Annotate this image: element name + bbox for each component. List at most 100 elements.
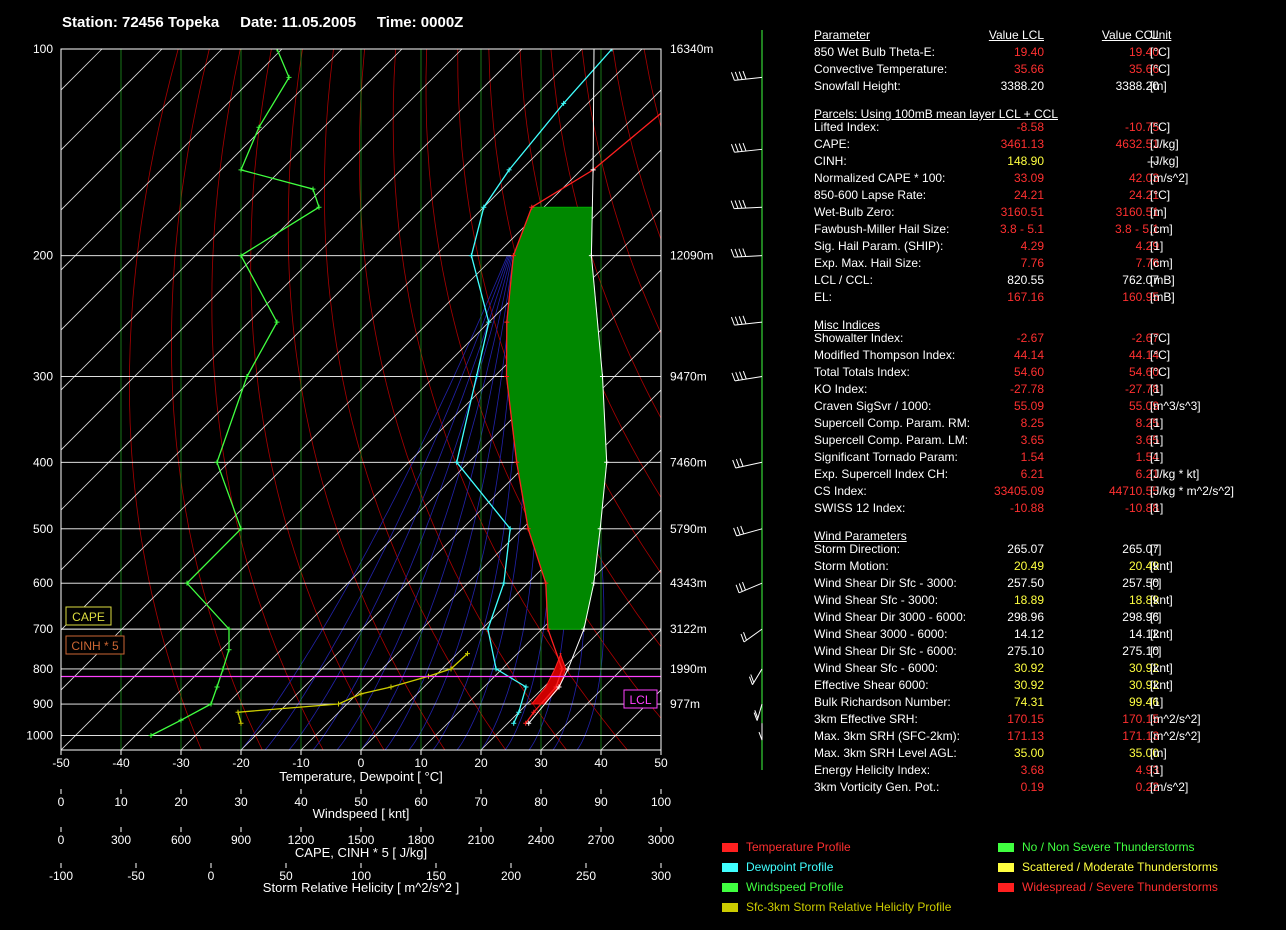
value-lcl: 171.13 [1007, 729, 1044, 743]
wind-barb-flag [742, 199, 747, 209]
legend-item-profile: Dewpoint Profile [722, 860, 833, 874]
legend-item-profile: Windspeed Profile [722, 880, 843, 894]
value-lcl: 3.65 [1020, 433, 1044, 447]
wind-barb-flag [739, 371, 743, 380]
value-lcl: 298.96 [1007, 610, 1044, 624]
windspeed-line-marker [178, 717, 184, 723]
temperature-axis-tick-label: -50 [52, 756, 70, 770]
dry-adiabat-line [250, 49, 385, 750]
helicity-axis-tick-label: 300 [651, 869, 671, 883]
unit-label: [°C] [1150, 188, 1171, 202]
value-lcl: 18.89 [1013, 593, 1044, 607]
parameter-label: Significant Tornado Param: [814, 450, 958, 464]
temperature-axis-tick-label: 50 [654, 756, 668, 770]
parameter-label: Craven SigSvr / 1000: [814, 399, 932, 413]
legend-item-profile: Sfc-3km Storm Relative Helicity Profile [722, 900, 951, 914]
unit-label: [°] [1150, 610, 1162, 624]
cape-axis-tick-label: 300 [111, 833, 131, 847]
parameter-row: Snowfall Height: 3388.20 3388.20 [m] [814, 78, 1274, 95]
windspeed-axis-tick-label: 10 [114, 795, 128, 809]
pressure-tick-label: 100 [33, 42, 53, 56]
unit-label: [°] [1150, 576, 1162, 590]
parameter-label: Snowfall Height: [814, 79, 901, 93]
parameter-row: Craven SigSvr / 1000: 55.09 55.09 [m^3/s^3] [814, 398, 1274, 415]
windspeed-line-marker [214, 459, 220, 465]
parameter-label: 850-600 Lapse Rate: [814, 188, 927, 202]
wind-barb-flag [742, 370, 747, 380]
parameter-label: Supercell Comp. Param. LM: [814, 433, 969, 447]
unit-label: [1] [1150, 450, 1164, 464]
moist-adiabat-line [240, 255, 508, 750]
parameter-label: SWISS 12 Index: [814, 501, 906, 515]
parameter-label: Normalized CAPE * 100: [814, 171, 946, 185]
unit-label: [knt] [1150, 593, 1173, 607]
wind-barb-flag [734, 71, 739, 81]
value-lcl: 54.60 [1013, 365, 1044, 379]
section-heading: Parcels: Using 100mB mean layer LCL + CC… [814, 102, 1274, 121]
parameter-label: Showalter Index: [814, 331, 904, 345]
cinh-annotation-label: CINH * 5 [71, 639, 119, 653]
height-label: 977m [670, 697, 700, 711]
value-lcl: 35.00 [1013, 746, 1044, 760]
dry-adiabat-line [287, 49, 446, 750]
parameter-row: 850 Wet Bulb Theta-E: 19.40 19.40 [°C] [814, 44, 1274, 61]
parameter-row: CS Index: 33405.09 44710.55 [J/kg * m^2/s^2… [814, 483, 1274, 500]
parameter-label: Wet-Bulb Zero: [814, 205, 895, 219]
unit-label: [°C] [1150, 62, 1171, 76]
legend-label: Windspeed Profile [746, 880, 844, 894]
legend-item-category: Widespread / Severe Thunderstorms [998, 880, 1218, 894]
parameter-label: Energy Helicity Index: [814, 763, 931, 777]
parameter-row: KO Index: -27.78 -27.78 [1] [814, 381, 1274, 398]
unit-label: [m^2/s^2] [1150, 729, 1201, 743]
value-lcl: 55.09 [1013, 399, 1044, 413]
legend-swatch [998, 863, 1014, 873]
value-lcl: 170.15 [1007, 712, 1044, 726]
wind-barb [734, 376, 763, 382]
parameter-row: Max. 3km SRH Level AGL: 35.00 35.00 [m] [814, 745, 1274, 762]
dewpoint-line-marker [511, 720, 517, 726]
parameter-row: Effective Shear 6000: 30.92 30.92 [knt] [814, 677, 1274, 694]
parameter-label: 850 Wet Bulb Theta-E: [814, 45, 935, 59]
temperature-axis-tick-label: -20 [232, 756, 250, 770]
wind-barb [734, 321, 763, 326]
unit-label: [1] [1150, 501, 1164, 515]
pressure-tick-label: 700 [33, 622, 53, 636]
temperature-line-marker [736, 47, 741, 52]
cape-annotation-label: CAPE [72, 610, 105, 624]
dry-adiabat-line [129, 49, 202, 750]
value-lcl: 265.07 [1007, 542, 1044, 556]
value-lcl: 820.55 [1007, 273, 1044, 287]
parameter-label: CINH: [814, 154, 847, 168]
value-lcl: 14.12 [1013, 627, 1044, 641]
wind-barb-flag [735, 372, 740, 381]
parameter-row: Supercell Comp. Param. LM: 3.65 3.65 [1] [814, 432, 1274, 449]
parameter-row: Wind Shear Sfc - 6000: 30.92 30.92 [knt] [814, 660, 1274, 677]
parameter-label: 3km Vorticity Gen. Pot.: [814, 780, 940, 794]
legend-item-category: No / Non Severe Thunderstorms [998, 840, 1195, 854]
value-lcl: 275.10 [1007, 644, 1044, 658]
wind-barb-flag [734, 316, 739, 325]
wind-barb-flag [730, 144, 735, 153]
wind-barb-flag [738, 248, 743, 257]
value-lcl: 3461.13 [1000, 137, 1044, 151]
parameter-label: 3km Effective SRH: [814, 712, 918, 726]
helicity-line-marker [235, 709, 241, 715]
header-value-lcl: Value LCL [988, 28, 1044, 42]
parameter-label: Storm Motion: [814, 559, 889, 573]
skewed-isotherm-line [61, 49, 403, 391]
moist-adiabat-line [288, 255, 511, 750]
value-lcl: 257.50 [1007, 576, 1044, 590]
windspeed-line-marker [238, 167, 244, 173]
unit-label: [°C] [1150, 45, 1171, 59]
unit-label: [1] [1150, 416, 1164, 430]
section-heading: Wind Parameters [814, 524, 1274, 543]
windspeed-axis-tick-label: 100 [651, 795, 671, 809]
unit-label: [1] [1150, 695, 1164, 709]
height-label: 3122m [670, 622, 707, 636]
parameter-label: Lifted Index: [814, 120, 880, 134]
cinh-area [530, 653, 567, 705]
wind-barb-flag [732, 459, 737, 469]
parcel-line-marker [565, 666, 571, 672]
unit-label: [°C] [1150, 365, 1171, 379]
pressure-tick-label: 400 [33, 455, 53, 469]
